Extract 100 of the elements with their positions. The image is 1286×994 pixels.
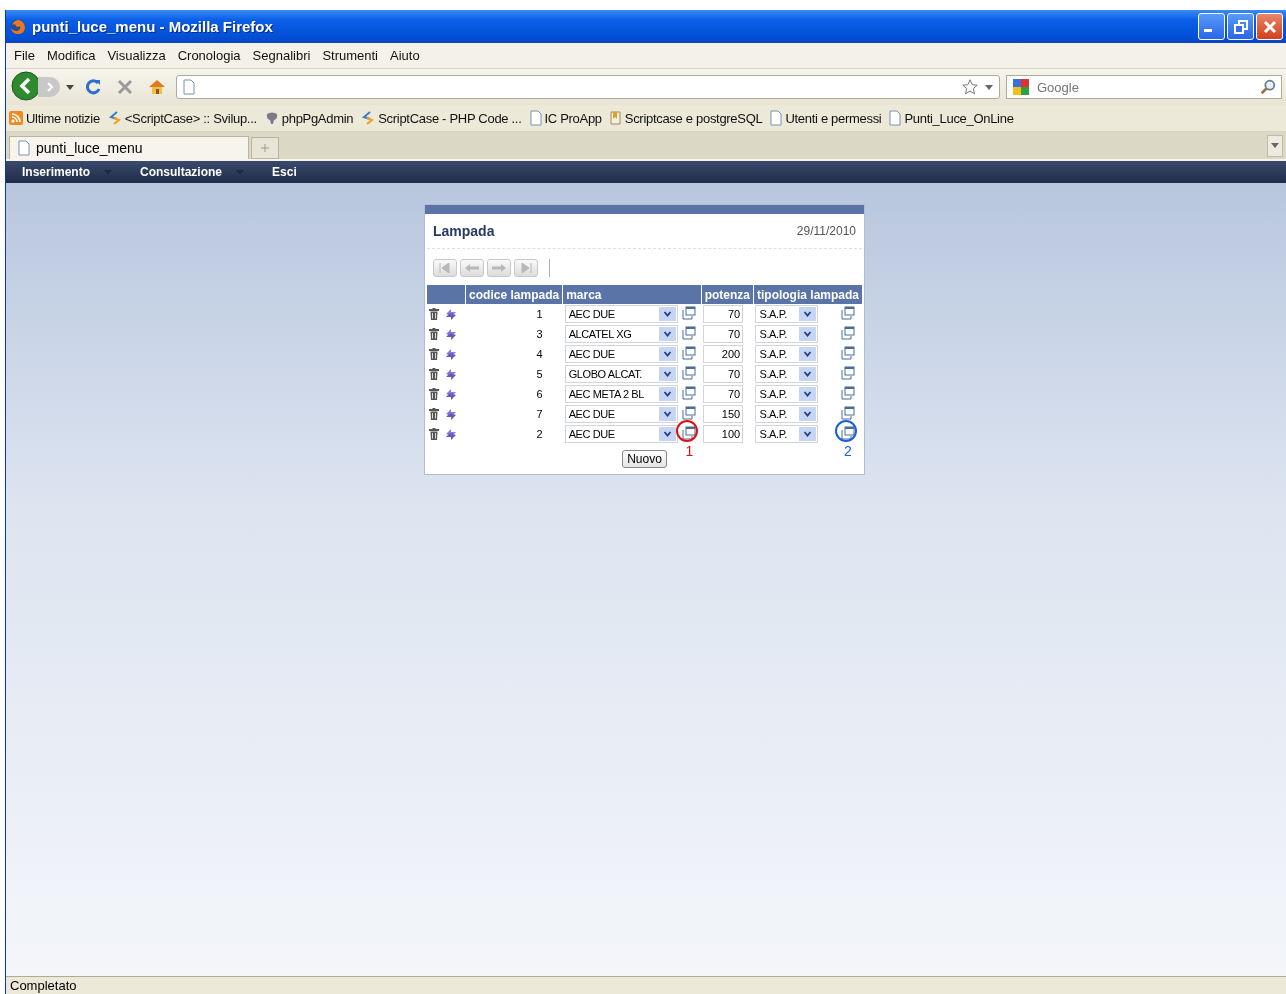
popup-window-icon[interactable] [682, 326, 697, 340]
popup-window-icon[interactable] [682, 306, 697, 320]
skip-arrow-icon [518, 263, 534, 273]
menu-item[interactable]: Cronologia [171, 48, 247, 63]
popup-window-icon[interactable] [682, 366, 697, 380]
bookmark-item[interactable]: Punti_Luce_OnLine [904, 110, 1014, 126]
app-menu-item[interactable]: Esci [272, 165, 297, 179]
trash-icon[interactable] [429, 428, 439, 441]
menu-item[interactable]: Segnalibri [246, 48, 317, 63]
app-menu-item[interactable]: Consultazione [140, 165, 223, 179]
menu-item[interactable]: Visualizza [101, 48, 172, 63]
history-dropdown-icon[interactable] [66, 84, 74, 90]
page-icon [18, 140, 30, 156]
dropdown-icon[interactable] [985, 84, 993, 90]
popup-window-icon[interactable] [682, 346, 697, 360]
form-date: 29/11/2010 [796, 224, 856, 238]
popup-window-icon[interactable] [682, 426, 697, 440]
page-icon [183, 79, 195, 95]
type-select[interactable]: S.A.P. [755, 325, 819, 343]
bookmark-item[interactable]: Ultime notizie [26, 110, 100, 126]
page-icon [529, 110, 542, 126]
bookmark-item[interactable]: IC ProApp [544, 110, 602, 126]
caret-icon [1271, 143, 1279, 148]
restore-button[interactable] [1227, 13, 1254, 40]
page-icon [889, 110, 902, 126]
type-select[interactable]: S.A.P. [755, 385, 819, 403]
power-input[interactable]: 100 [703, 425, 744, 443]
type-select[interactable]: S.A.P. [755, 405, 819, 423]
popup-window-icon[interactable] [841, 366, 855, 380]
new-button[interactable]: Nuovo [622, 450, 667, 468]
form-title: Lampada [433, 223, 495, 239]
popup-window-icon[interactable] [841, 326, 855, 340]
close-button[interactable] [1256, 13, 1283, 40]
bookmark-item[interactable]: Scriptcase e postgreSQL [624, 110, 763, 126]
table-cell-text: 5 [535, 367, 544, 382]
menu-item[interactable]: File [8, 48, 41, 63]
type-select[interactable]: S.A.P. [755, 345, 819, 363]
reload-icon[interactable] [83, 77, 103, 97]
star-icon[interactable] [961, 78, 979, 96]
popup-window-icon[interactable] [682, 386, 697, 400]
brand-select[interactable]: AEC META 2 BL [564, 385, 678, 403]
brand-select[interactable]: AEC DUE [564, 405, 678, 423]
address-field[interactable] [176, 75, 1000, 99]
column-header: potenza [701, 285, 754, 304]
brand-select[interactable]: AEC DUE [564, 345, 678, 363]
bookmark-item[interactable]: phpPgAdmin [281, 110, 354, 126]
power-input[interactable]: 150 [703, 405, 744, 423]
tab-list-button[interactable] [1267, 134, 1283, 157]
arrow-icon [491, 263, 507, 273]
power-input[interactable]: 200 [703, 345, 744, 363]
home-icon[interactable] [147, 77, 167, 97]
power-input[interactable]: 70 [703, 325, 744, 343]
bookmark-item[interactable]: <ScriptCase> :: Svilup... [124, 110, 257, 126]
power-input[interactable]: 70 [703, 365, 744, 383]
table-cell: 1 [465, 304, 563, 324]
skip-arrow-icon [437, 263, 453, 273]
bookmark-item[interactable]: ScriptCase - PHP Code ... [378, 110, 522, 126]
popup-window-icon[interactable] [841, 346, 855, 360]
trash-icon[interactable] [429, 308, 439, 321]
minimize-button[interactable] [1198, 13, 1225, 40]
trash-icon[interactable] [429, 408, 439, 421]
column-header: marca [562, 285, 702, 304]
menu-item[interactable]: Aiuto [384, 48, 426, 63]
column-header [427, 285, 466, 304]
brand-select[interactable]: AEC DUE [564, 425, 678, 443]
popup-window-icon[interactable] [841, 426, 855, 440]
bookmark-item[interactable]: Utenti e permessi [785, 110, 882, 126]
power-input[interactable]: 70 [703, 305, 744, 323]
popup-window-icon[interactable] [841, 306, 855, 320]
menu-item[interactable]: Strumenti [316, 48, 384, 63]
brand-select[interactable]: GLOBO ALCAT. [564, 365, 678, 383]
firefox-icon [10, 18, 26, 35]
brand-select[interactable]: ALCATEL XG [564, 325, 678, 343]
app-menu-item[interactable]: Inserimento [22, 165, 90, 179]
chevron-icon [361, 111, 376, 125]
trash-icon[interactable] [429, 388, 439, 401]
search-field[interactable]: Google [1006, 75, 1282, 99]
power-input[interactable]: 70 [703, 385, 744, 403]
window-title: punti_luce_menu - Mozilla Firefox [32, 18, 273, 35]
type-select[interactable]: S.A.P. [755, 425, 819, 443]
page-icon [770, 110, 783, 126]
type-select[interactable]: S.A.P. [755, 365, 819, 383]
trash-icon[interactable] [429, 368, 439, 381]
column-header: codice lampada [465, 285, 563, 304]
minimize-icon [1203, 29, 1212, 32]
table-cell-text: 4 [535, 347, 544, 362]
browser-tab[interactable]: punti_luce_menu [9, 136, 249, 159]
annotation-label: 1 [685, 443, 694, 459]
trash-icon[interactable] [429, 348, 439, 361]
menu-item[interactable]: Modifica [40, 48, 102, 63]
popup-window-icon[interactable] [841, 406, 855, 420]
search-icon[interactable] [1259, 78, 1277, 96]
brand-select[interactable]: AEC DUE [564, 305, 678, 323]
popup-window-icon[interactable] [682, 406, 697, 420]
chevron-icon [107, 111, 122, 125]
table-cell-text: 2 [535, 427, 544, 442]
popup-window-icon[interactable] [841, 386, 855, 400]
trash-icon[interactable] [429, 328, 439, 341]
google-icon[interactable] [1011, 77, 1031, 97]
type-select[interactable]: S.A.P. [755, 305, 819, 323]
